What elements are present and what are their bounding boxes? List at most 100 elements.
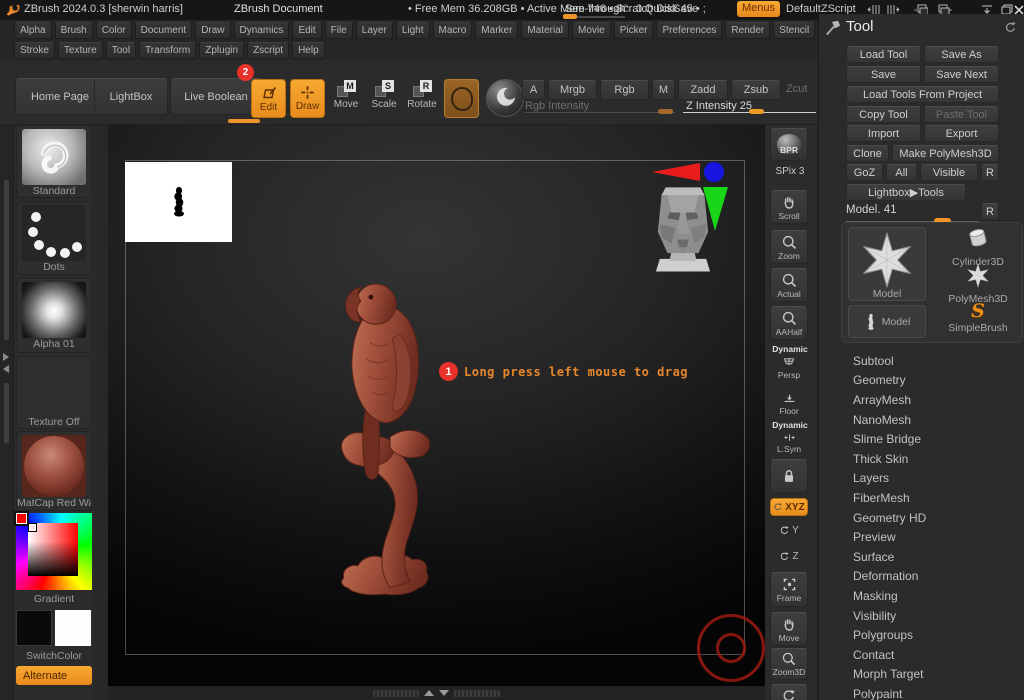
document-canvas[interactable]: 1 Long press left mouse to drag: [108, 125, 765, 686]
persp-button[interactable]: Persp: [770, 353, 808, 381]
alpha-thumb[interactable]: [22, 282, 86, 338]
tray-close-arrow-icon[interactable]: [3, 365, 9, 373]
save-as-button[interactable]: Save As: [924, 46, 999, 63]
section-slime-bridge[interactable]: Slime Bridge: [819, 429, 1024, 449]
current-color-swatch[interactable]: [16, 513, 27, 524]
save-button[interactable]: Save: [846, 66, 921, 83]
current-alpha-card[interactable]: Alpha 01: [16, 278, 92, 353]
mrgb-button[interactable]: Mrgb: [548, 80, 597, 100]
goz-r-button[interactable]: R: [981, 164, 999, 181]
actual-button[interactable]: Actual: [770, 268, 808, 302]
lightbox-tools-button[interactable]: Lightbox▶Tools: [846, 184, 966, 201]
current-material-button[interactable]: [486, 79, 524, 117]
parrot-sculpture[interactable]: [335, 280, 437, 600]
load-tools-from-project-button[interactable]: Load Tools From Project: [846, 86, 999, 103]
save-next-button[interactable]: Save Next: [924, 66, 999, 83]
scale-button[interactable]: S Scale: [364, 80, 404, 110]
menu-zscript[interactable]: Zscript: [247, 42, 289, 59]
menu-marker[interactable]: Marker: [475, 22, 518, 39]
menu-transform[interactable]: Transform: [139, 42, 196, 59]
load-tool-button[interactable]: Load Tool: [846, 46, 921, 63]
aahalf-button[interactable]: AAHalf: [770, 306, 808, 340]
local-transform-button[interactable]: [770, 459, 808, 493]
menu-edit[interactable]: Edit: [292, 22, 321, 39]
section-nanomesh[interactable]: NanoMesh: [819, 410, 1024, 430]
clone-button[interactable]: Clone: [846, 145, 889, 162]
divider-grip-right[interactable]: [454, 690, 500, 697]
see-through-slider-handle[interactable]: [563, 14, 577, 19]
import-button[interactable]: Import: [846, 125, 921, 142]
matcap-thumb[interactable]: [22, 435, 86, 497]
menu-macro[interactable]: Macro: [433, 22, 473, 39]
live-boolean-button[interactable]: Live Boolean: [170, 78, 262, 115]
copy-tool-button[interactable]: Copy Tool: [846, 106, 921, 123]
goz-button[interactable]: GoZ: [846, 164, 883, 181]
section-arraymesh[interactable]: ArrayMesh: [819, 390, 1024, 410]
polymesh3d-thumb[interactable]: PolyMesh3D: [938, 263, 1018, 305]
section-polygroups[interactable]: Polygroups: [819, 625, 1024, 645]
menu-alpha[interactable]: Alpha: [14, 22, 52, 39]
zoom3d-button[interactable]: Zoom3D: [770, 648, 808, 680]
quicksave-button[interactable]: QuickSave: [645, 3, 698, 15]
section-geometry-hd[interactable]: Geometry HD: [819, 508, 1024, 528]
rotate-z-button[interactable]: Z: [770, 546, 808, 566]
section-thick-skin[interactable]: Thick Skin: [819, 449, 1024, 469]
menu-file[interactable]: File: [325, 22, 353, 39]
goz-visible-button[interactable]: Visible: [920, 164, 978, 181]
menu-document[interactable]: Document: [135, 22, 193, 39]
model-statue-thumb[interactable]: Model: [848, 305, 926, 338]
gizmo-z-dot[interactable]: [704, 162, 724, 182]
z-intensity-handle[interactable]: [749, 109, 764, 114]
section-polypaint[interactable]: Polypaint: [819, 684, 1024, 700]
cylinder3d-thumb[interactable]: Cylinder3D: [938, 225, 1018, 268]
draw-button[interactable]: Draw: [290, 79, 325, 118]
left-scrollbar-thumb-2[interactable]: [4, 383, 9, 443]
lsym-button[interactable]: L.Sym: [770, 429, 808, 455]
alternate-button[interactable]: Alternate: [16, 666, 92, 685]
tool-panel-refresh-icon[interactable]: [1003, 20, 1018, 35]
shelf-resize-handle[interactable]: [228, 119, 260, 123]
current-stroke-card[interactable]: Dots: [16, 201, 92, 275]
section-contact[interactable]: Contact: [819, 645, 1024, 665]
paint-a-button[interactable]: A: [522, 80, 545, 100]
color-picker[interactable]: [16, 513, 92, 590]
divider-grip-left[interactable]: [373, 690, 419, 697]
section-geometry[interactable]: Geometry: [819, 371, 1024, 391]
menu-render[interactable]: Render: [725, 22, 770, 39]
zadd-button[interactable]: Zadd: [678, 80, 728, 100]
rotate-y-button[interactable]: Y: [770, 520, 808, 540]
menu-stroke[interactable]: Stroke: [14, 42, 55, 59]
goz-all-button[interactable]: All: [886, 164, 917, 181]
menu-picker[interactable]: Picker: [614, 22, 654, 39]
section-visibility[interactable]: Visibility: [819, 606, 1024, 626]
make-polymesh3d-button[interactable]: Make PolyMesh3D: [892, 145, 999, 162]
edit-button[interactable]: Edit: [251, 79, 286, 118]
section-layers[interactable]: Layers: [819, 469, 1024, 489]
active-tool-thumb[interactable]: Model: [848, 227, 926, 301]
texture-thumb[interactable]: [22, 360, 86, 416]
secondary-color-swatch[interactable]: [55, 610, 91, 646]
section-fibermesh[interactable]: FiberMesh: [819, 488, 1024, 508]
menu-zplugin[interactable]: Zplugin: [199, 42, 244, 59]
rgb-intensity-slider[interactable]: [525, 112, 675, 113]
frame-button[interactable]: Frame: [770, 572, 808, 607]
menu-brush[interactable]: Brush: [55, 22, 93, 39]
section-surface[interactable]: Surface: [819, 547, 1024, 567]
dots-stroke-thumb[interactable]: [22, 205, 86, 261]
menu-material[interactable]: Material: [521, 22, 569, 39]
menu-preferences[interactable]: Preferences: [656, 22, 722, 39]
section-deformation[interactable]: Deformation: [819, 567, 1024, 587]
lightbox-button[interactable]: LightBox: [94, 78, 168, 115]
menu-help[interactable]: Help: [292, 42, 325, 59]
tray-down-arrow-icon[interactable]: [439, 690, 449, 696]
tray-open-arrow-icon[interactable]: [3, 353, 9, 361]
main-color-swatch[interactable]: [16, 610, 52, 646]
switchcolor-button[interactable]: SwitchColor: [16, 650, 92, 662]
bpr-button[interactable]: BPR: [770, 128, 808, 161]
current-brush-button[interactable]: [444, 79, 479, 118]
tray-up-arrow-icon[interactable]: [424, 690, 434, 696]
section-morph-target[interactable]: Morph Target: [819, 665, 1024, 685]
export-button[interactable]: Export: [924, 125, 999, 142]
menu-texture[interactable]: Texture: [58, 42, 103, 59]
menu-tool[interactable]: Tool: [106, 42, 136, 59]
